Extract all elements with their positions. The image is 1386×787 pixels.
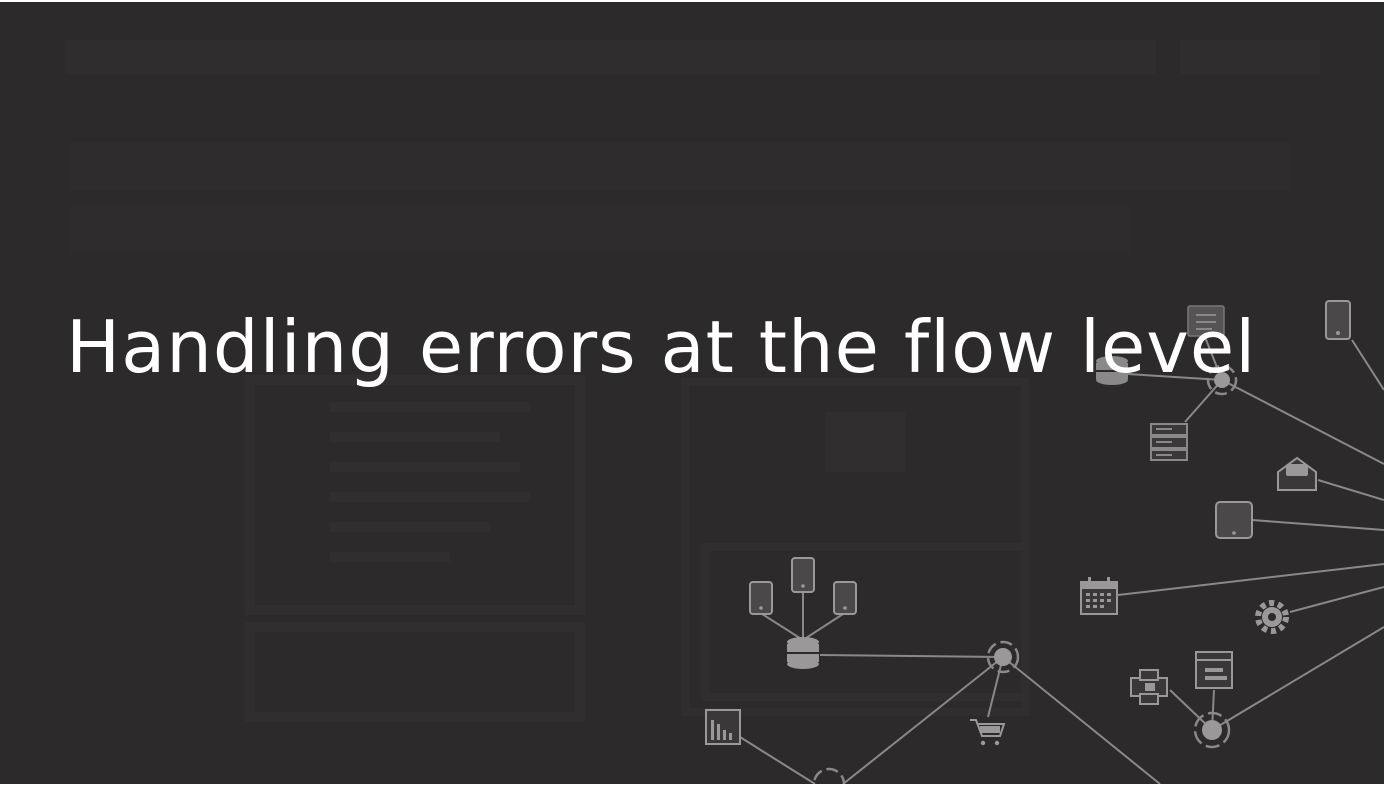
slide: Handling errors at the flow level — [0, 2, 1384, 784]
connector-lines — [739, 336, 1384, 784]
hub-node-icon — [812, 767, 846, 784]
database-icon — [787, 637, 819, 669]
network-diagram — [705, 300, 1384, 784]
mobile-phone-icon — [833, 581, 857, 615]
mobile-phone-icon — [749, 581, 773, 615]
browser-window-icon — [1195, 651, 1233, 689]
slide-title: Handling errors at the flow level — [66, 305, 1257, 389]
tablet-icon — [1215, 501, 1253, 539]
gear-icon — [1255, 600, 1289, 634]
printer-icon — [1130, 669, 1168, 705]
shopping-cart-icon — [970, 719, 1006, 746]
server-rack-icon — [1150, 423, 1188, 461]
mobile-phone-icon — [1325, 300, 1351, 340]
bar-chart-icon — [705, 709, 741, 745]
mobile-phone-icon — [791, 557, 815, 593]
email-icon — [1277, 456, 1317, 491]
calendar-icon — [1080, 577, 1118, 615]
